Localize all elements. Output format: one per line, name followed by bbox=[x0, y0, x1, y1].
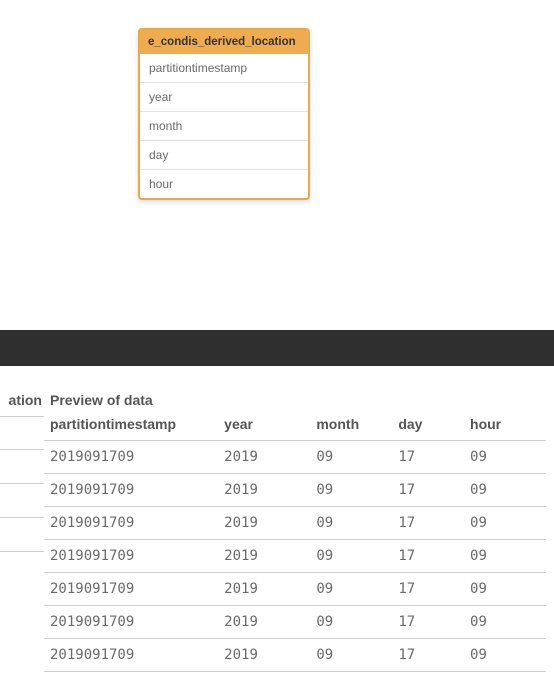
table-header-row: partitiontimestampyearmonthdayhour bbox=[44, 410, 546, 441]
entity-title: e_condis_derived_location bbox=[140, 30, 308, 54]
panel-divider-bar bbox=[0, 330, 554, 366]
left-panel-row-fragment bbox=[0, 518, 44, 552]
entity-card[interactable]: e_condis_derived_location partitiontimes… bbox=[138, 28, 310, 200]
table-cell: 09 bbox=[310, 474, 392, 507]
table-cell: 2019091709 bbox=[44, 507, 218, 540]
column-header[interactable]: month bbox=[310, 410, 392, 441]
column-header[interactable]: year bbox=[218, 410, 310, 441]
table-cell: 2019091709 bbox=[44, 441, 218, 474]
table-cell: 17 bbox=[392, 573, 464, 606]
table-cell: 17 bbox=[392, 639, 464, 672]
table-cell: 2019 bbox=[218, 639, 310, 672]
entity-field[interactable]: day bbox=[140, 140, 308, 169]
table-cell: 2019 bbox=[218, 441, 310, 474]
entity-field[interactable]: partitiontimestamp bbox=[140, 54, 308, 82]
table-cell: 2019091709 bbox=[44, 639, 218, 672]
table-row[interactable]: 20190917092019091709 bbox=[44, 573, 546, 606]
column-header[interactable]: hour bbox=[464, 410, 546, 441]
table-cell: 09 bbox=[464, 540, 546, 573]
table-row[interactable]: 20190917092019091709 bbox=[44, 441, 546, 474]
table-cell: 17 bbox=[392, 474, 464, 507]
table-cell: 2019091709 bbox=[44, 606, 218, 639]
preview-table: partitiontimestampyearmonthdayhour 20190… bbox=[44, 410, 546, 672]
table-cell: 17 bbox=[392, 540, 464, 573]
table-cell: 09 bbox=[464, 639, 546, 672]
table-cell: 17 bbox=[392, 441, 464, 474]
table-cell: 09 bbox=[310, 573, 392, 606]
table-cell: 09 bbox=[464, 606, 546, 639]
preview-title: Preview of data bbox=[44, 392, 546, 408]
left-panel-row-fragment bbox=[0, 484, 44, 518]
entity-field[interactable]: hour bbox=[140, 169, 308, 198]
column-header[interactable]: partitiontimestamp bbox=[44, 410, 218, 441]
table-row[interactable]: 20190917092019091709 bbox=[44, 507, 546, 540]
table-cell: 09 bbox=[310, 639, 392, 672]
table-row[interactable]: 20190917092019091709 bbox=[44, 474, 546, 507]
table-cell: 09 bbox=[464, 507, 546, 540]
table-cell: 09 bbox=[310, 540, 392, 573]
entity-field[interactable]: month bbox=[140, 111, 308, 140]
table-cell: 17 bbox=[392, 507, 464, 540]
table-cell: 09 bbox=[464, 474, 546, 507]
table-cell: 2019 bbox=[218, 606, 310, 639]
table-row[interactable]: 20190917092019091709 bbox=[44, 606, 546, 639]
preview-panel: ation Preview of data partitiontimestamp… bbox=[0, 366, 554, 672]
table-row[interactable]: 20190917092019091709 bbox=[44, 540, 546, 573]
table-row[interactable]: 20190917092019091709 bbox=[44, 639, 546, 672]
table-cell: 09 bbox=[310, 507, 392, 540]
canvas-area[interactable]: e_condis_derived_location partitiontimes… bbox=[0, 0, 554, 330]
table-cell: 2019 bbox=[218, 474, 310, 507]
table-cell: 2019 bbox=[218, 573, 310, 606]
table-cell: 09 bbox=[464, 573, 546, 606]
table-cell: 17 bbox=[392, 606, 464, 639]
table-cell: 2019 bbox=[218, 507, 310, 540]
column-header[interactable]: day bbox=[392, 410, 464, 441]
left-panel-row-fragment bbox=[0, 416, 44, 450]
entity-fields: partitiontimestampyearmonthdayhour bbox=[140, 54, 308, 198]
left-panel-heading-fragment: ation bbox=[0, 392, 44, 408]
left-panel-row-fragment bbox=[0, 450, 44, 484]
table-cell: 2019091709 bbox=[44, 540, 218, 573]
table-cell: 09 bbox=[310, 606, 392, 639]
table-cell: 2019091709 bbox=[44, 474, 218, 507]
table-cell: 09 bbox=[464, 441, 546, 474]
table-cell: 09 bbox=[310, 441, 392, 474]
table-cell: 2019091709 bbox=[44, 573, 218, 606]
left-panel-fragment: ation bbox=[0, 392, 44, 552]
table-cell: 2019 bbox=[218, 540, 310, 573]
entity-field[interactable]: year bbox=[140, 82, 308, 111]
